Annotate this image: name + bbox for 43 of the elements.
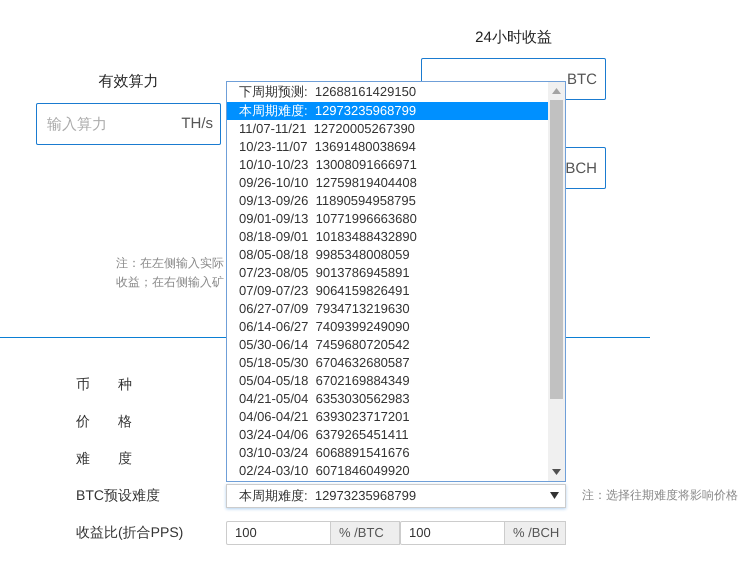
scroll-thumb[interactable] [550,100,563,399]
dropdown-option[interactable]: 10/23-11/07 13691480038694 [227,138,548,156]
dropdown-option[interactable]: 06/14-06/27 7409399249090 [227,318,548,336]
dropdown-option[interactable]: 05/18-05/30 6704632680587 [227,354,548,372]
form-label: 收益比(折合PPS) [76,524,184,542]
form-label: 难 度 [76,450,133,468]
scroll-down-icon[interactable] [552,469,561,475]
ratio-input[interactable]: 100 [400,520,505,544]
dropdown-option[interactable]: 10/10-10/23 13008091666971 [227,156,548,174]
dropdown-option[interactable]: 06/27-07/09 7934713219630 [227,300,548,318]
revenue-label: 24小时收益 [475,28,552,48]
dropdown-option[interactable]: 04/06-04/21 6393023717201 [227,408,548,426]
difficulty-select[interactable]: 本周期难度: 12973235968799 [226,484,566,508]
form-label: BTC预设难度 [76,486,161,504]
note-text: 收益；在右侧输入矿 [116,274,224,291]
dropdown-option[interactable]: 08/05-08/18 9985348008059 [227,246,548,264]
dropdown-option[interactable]: 05/04-05/18 6702169884349 [227,372,548,390]
dropdown-option[interactable]: 08/18-09/01 10183488432890 [227,228,548,246]
dropdown-option[interactable]: 09/26-10/10 12759819404408 [227,174,548,192]
unit-label: BCH [565,160,597,176]
scroll-up-icon[interactable] [552,88,561,94]
dropdown-option[interactable]: 09/01-09/13 10771996663680 [227,210,548,228]
note-text: 注：选择往期难度将影响价格 [582,487,738,504]
dropdown-option[interactable]: 03/24-04/06 6379265451411 [227,426,548,444]
form-label: 币 种 [76,376,133,394]
hashrate-label: 有效算力 [98,72,158,92]
dropdown-option[interactable]: 05/30-06/14 7459680720542 [227,336,548,354]
dropdown-option[interactable]: 09/13-09/26 11890594958795 [227,192,548,210]
dropdown-option[interactable]: 07/23-08/05 9013786945891 [227,264,548,282]
form-label: 价 格 [76,412,133,430]
unit-label: BTC [567,70,597,88]
caret-icon [550,492,559,499]
note-text: 注：在左侧输入实际 [116,255,224,272]
unit-addon: % /BCH [505,520,566,544]
dropdown-option[interactable]: 02/24-03/10 6071846049920 [227,462,548,480]
scrollbar[interactable] [548,82,565,481]
ratio-input[interactable]: 100 [226,520,331,544]
unit-label: TH/s [181,115,213,133]
dropdown-option[interactable]: 04/21-05/04 6353030562983 [227,390,548,408]
dropdown-option[interactable]: 11/07-11/21 12720005267390 [227,120,548,138]
unit-addon: % /BTC [331,520,400,544]
dropdown-option[interactable]: 03/10-03/24 6068891541676 [227,444,548,462]
dropdown-option[interactable]: 07/09-07/23 9064159826491 [227,282,548,300]
